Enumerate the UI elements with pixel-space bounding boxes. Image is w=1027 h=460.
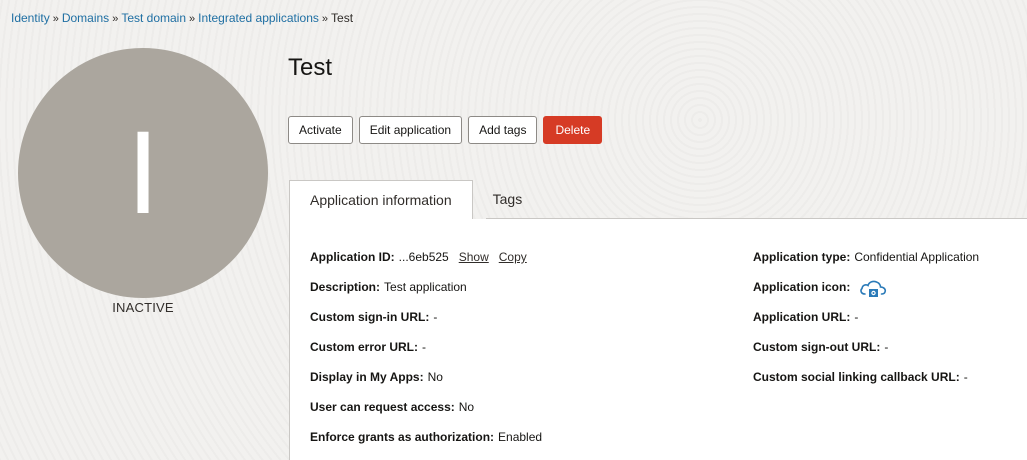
info-column-right: Application type: Confidential Applicati… <box>753 250 979 400</box>
user-request-access-label: User can request access: <box>310 400 455 414</box>
custom-error-url-row: Custom error URL: - <box>310 340 542 370</box>
custom-signin-url-label: Custom sign-in URL: <box>310 310 430 324</box>
breadcrumb-test-domain[interactable]: Test domain <box>121 11 186 25</box>
breadcrumb-identity[interactable]: Identity <box>11 11 50 25</box>
breadcrumb-separator: » <box>52 13 59 25</box>
social-linking-callback-value: - <box>963 370 968 384</box>
breadcrumb-current: Test <box>331 11 354 25</box>
avatar-letter: I <box>126 107 160 239</box>
avatar: I <box>18 48 268 298</box>
application-id-label: Application ID: <box>310 250 395 264</box>
custom-signin-url-value: - <box>433 310 438 324</box>
breadcrumb-separator: » <box>112 13 119 25</box>
info-column-left: Application ID: ...6eb525 Show Copy Desc… <box>310 250 542 460</box>
application-icon-label: Application icon: <box>753 280 851 294</box>
application-type-value: Confidential Application <box>854 250 980 264</box>
social-linking-callback-label: Custom social linking callback URL: <box>753 370 960 384</box>
user-request-access-row: User can request access: No <box>310 400 542 430</box>
application-info-panel: Application ID: ...6eb525 Show Copy Desc… <box>289 219 1027 460</box>
breadcrumb-separator: » <box>321 13 329 25</box>
page-title: Test <box>288 54 333 81</box>
display-in-my-apps-value: No <box>427 370 443 384</box>
display-in-my-apps-label: Display in My Apps: <box>310 370 424 384</box>
application-url-row: Application URL: - <box>753 310 979 340</box>
description-row: Description: Test application <box>310 280 542 310</box>
breadcrumb-integrated-applications[interactable]: Integrated applications <box>198 11 319 25</box>
custom-error-url-label: Custom error URL: <box>310 340 419 354</box>
status-badge: INACTIVE <box>112 300 174 315</box>
tab-tags[interactable]: Tags <box>473 180 543 218</box>
show-id-link[interactable]: Show <box>459 250 489 264</box>
tab-application-information[interactable]: Application information <box>289 180 473 219</box>
application-url-value: - <box>854 310 859 324</box>
application-url-label: Application URL: <box>753 310 851 324</box>
enforce-grants-value: Enabled <box>498 430 543 444</box>
application-type-row: Application type: Confidential Applicati… <box>753 250 979 280</box>
activate-button[interactable]: Activate <box>288 116 353 144</box>
application-type-label: Application type: <box>753 250 851 264</box>
enforce-grants-label: Enforce grants as authorization: <box>310 430 495 444</box>
cloud-app-icon <box>858 277 888 299</box>
edit-application-button[interactable]: Edit application <box>358 116 463 144</box>
application-id-row: Application ID: ...6eb525 Show Copy <box>310 250 542 280</box>
tab-bar: Application information Tags <box>289 180 542 219</box>
enforce-grants-row: Enforce grants as authorization: Enabled <box>310 430 542 460</box>
breadcrumb-domains[interactable]: Domains <box>62 11 109 25</box>
action-toolbar: Activate Edit application Add tags Delet… <box>288 116 603 144</box>
delete-button[interactable]: Delete <box>543 116 603 144</box>
breadcrumb-separator: » <box>189 13 196 25</box>
application-icon-row: Application icon: <box>753 280 979 310</box>
custom-signin-url-row: Custom sign-in URL: - <box>310 310 542 340</box>
custom-signout-url-label: Custom sign-out URL: <box>753 340 881 354</box>
user-request-access-value: No <box>458 400 475 414</box>
social-linking-callback-row: Custom social linking callback URL: - <box>753 370 979 400</box>
display-in-my-apps-row: Display in My Apps: No <box>310 370 542 400</box>
copy-id-link[interactable]: Copy <box>499 250 527 264</box>
description-value: Test application <box>384 280 467 294</box>
custom-signout-url-value: - <box>884 340 889 354</box>
add-tags-button[interactable]: Add tags <box>468 116 538 144</box>
description-label: Description: <box>310 280 381 294</box>
custom-signout-url-row: Custom sign-out URL: - <box>753 340 979 370</box>
application-id-value: ...6eb525 <box>398 250 449 264</box>
custom-error-url-value: - <box>422 340 427 354</box>
breadcrumb: Identity» Domains» Test domain» Integrated … <box>11 11 353 25</box>
